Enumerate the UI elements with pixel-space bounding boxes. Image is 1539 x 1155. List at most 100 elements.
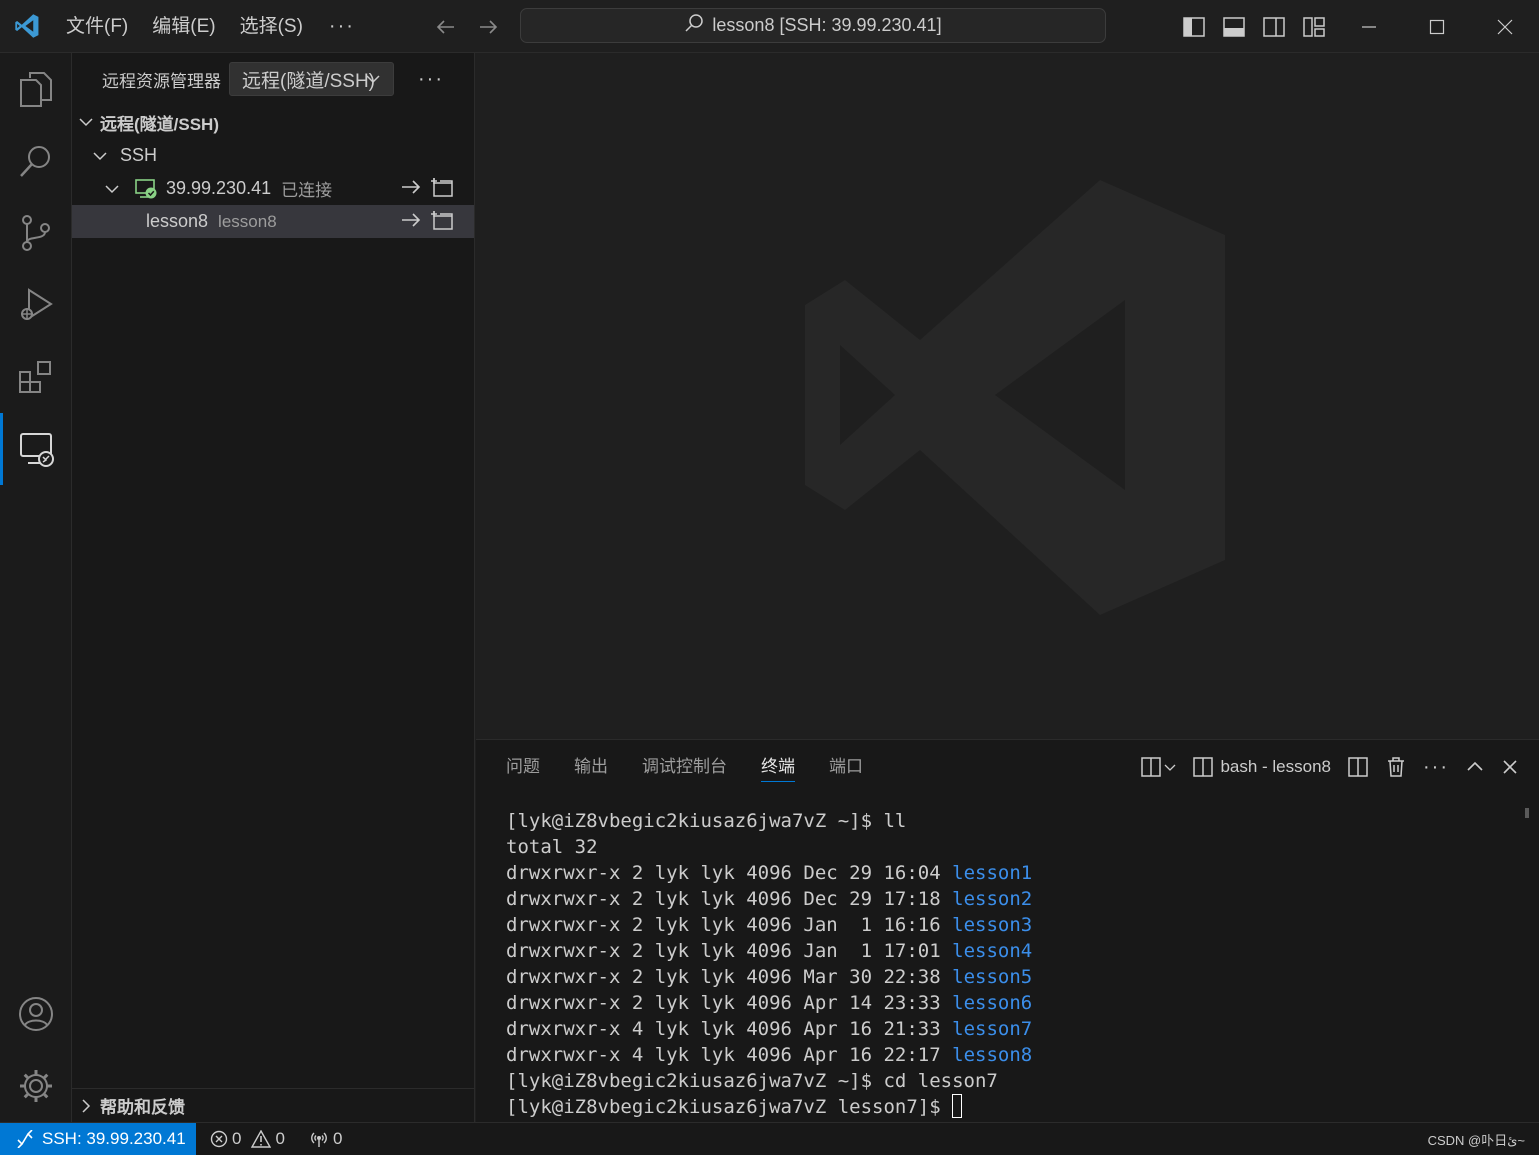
folder-description: lesson8 [218,211,277,231]
split-terminal-icon[interactable] [1347,756,1369,778]
remote-icon [16,1130,34,1148]
title-bar: 文件(F) 编辑(E) 选择(S) ··· lesson8 [SSH: 39.9… [0,0,1539,53]
terminal-text: [lyk@iZ8vbegic2kiusaz6jwa7vZ lesson7]$ [506,1096,953,1118]
menu-file[interactable]: 文件(F) [54,0,140,53]
vscode-logo-icon [0,0,54,53]
tree-item-label: SSH [120,145,158,165]
folder-actions [400,209,454,236]
accounts-icon[interactable] [0,978,72,1050]
sidebar-more-button[interactable]: ··· [418,68,444,91]
tab-problems[interactable]: 问题 [506,740,540,794]
back-arrow-icon[interactable] [432,13,460,41]
csdn-watermark: CSDN @卟日ئ~ [1427,1133,1525,1148]
section-help-feedback[interactable]: 帮助和反馈 [72,1088,475,1122]
menu-edit[interactable]: 编辑(E) [140,0,227,53]
search-view-icon[interactable] [0,125,72,197]
terminal-output[interactable]: [lyk@iZ8vbegic2kiusaz6jwa7vZ ~]$ ll total… [506,808,1032,1120]
terminal-directory: lesson1 [952,862,1033,884]
sidebar-title: 远程资源管理器 [102,71,221,91]
remote-indicator[interactable]: SSH: 39.99.230.41 [0,1122,196,1155]
problems-status[interactable]: 0 0 [210,1129,285,1149]
maximize-panel-icon[interactable] [1465,757,1485,777]
connected-monitor-icon [134,178,158,200]
host-status: 已连接 [281,181,333,200]
terminal-directory: lesson5 [952,966,1033,988]
tab-terminal[interactable]: 终端 [761,740,795,794]
forward-arrow-icon[interactable] [474,13,502,41]
terminal-text: drwxrwxr-x 4 lyk lyk 4096 Apr 16 21:33 [506,1018,953,1040]
ports-status[interactable]: 0 [309,1129,342,1149]
chevron-down-icon [365,71,381,93]
open-new-window-icon[interactable] [430,176,454,203]
navigation [432,0,502,53]
terminal-scrollbar[interactable] [1525,808,1529,818]
terminal-line: [lyk@iZ8vbegic2kiusaz6jwa7vZ ~]$ ll [506,808,1032,834]
chevron-right-icon [78,1098,100,1114]
menu-more-button[interactable]: ··· [315,15,369,38]
terminal-text: drwxrwxr-x 4 lyk lyk 4096 Apr 16 22:17 [506,1044,953,1066]
tree-item-ssh[interactable]: SSH [72,139,474,172]
activity-bar [0,53,72,1122]
layout-controls [1180,0,1328,53]
terminal-text: [lyk@iZ8vbegic2kiusaz6jwa7vZ ~]$ cd less… [506,1070,998,1092]
panel-more-icon[interactable]: ··· [1423,756,1449,779]
extensions-icon[interactable] [0,341,72,413]
maximize-icon[interactable] [1403,0,1471,53]
toggle-primary-sidebar-icon[interactable] [1180,13,1208,41]
editor-area [476,53,1539,739]
terminal-line: drwxrwxr-x 2 lyk lyk 4096 Dec 29 17:18 l… [506,886,1032,912]
menu-bar: 文件(F) 编辑(E) 选择(S) ··· [54,0,369,53]
terminal-text: drwxrwxr-x 2 lyk lyk 4096 Dec 29 16:04 [506,862,953,884]
explorer-icon[interactable] [0,53,72,125]
open-new-window-icon[interactable] [430,209,454,236]
command-center-label: lesson8 [SSH: 39.99.230.41] [712,15,942,35]
panel-tabs: 问题 输出 调试控制台 终端 端口 [476,740,863,794]
close-panel-icon[interactable] [1501,758,1519,776]
sidebar-header: 远程资源管理器 远程(隧道/SSH) ··· [72,53,474,105]
tab-debug-console[interactable]: 调试控制台 [642,740,727,794]
terminal-line: drwxrwxr-x 2 lyk lyk 4096 Jan 1 17:01 le… [506,938,1032,964]
terminal-line: total 32 [506,834,1032,860]
connect-arrow-icon[interactable] [400,176,422,203]
terminal-instance[interactable]: bash - lesson8 [1192,756,1331,778]
minimize-icon[interactable] [1335,0,1403,53]
terminal-directory: lesson3 [952,914,1033,936]
ports-count: 0 [332,1129,343,1148]
terminal-directory: lesson7 [952,1018,1033,1040]
terminal-text: drwxrwxr-x 2 lyk lyk 4096 Jan 1 17:01 [506,940,953,962]
terminal-text: drwxrwxr-x 2 lyk lyk 4096 Jan 1 16:16 [506,914,953,936]
warning-icon [251,1130,272,1148]
tab-output[interactable]: 输出 [574,740,608,794]
remote-label: SSH: 39.99.230.41 [42,1129,186,1148]
source-control-icon[interactable] [0,197,72,269]
new-terminal-dropdown-icon[interactable] [1140,756,1176,778]
trash-icon[interactable] [1385,756,1407,778]
terminal-directory: lesson8 [952,1044,1033,1066]
remote-explorer-icon[interactable] [0,413,72,485]
bottom-panel: 问题 输出 调试控制台 终端 端口 bash - lesson8 ··· [ly… [476,739,1539,1122]
menu-selection[interactable]: 选择(S) [228,0,315,53]
toggle-secondary-sidebar-icon[interactable] [1260,13,1288,41]
terminal-line: drwxrwxr-x 4 lyk lyk 4096 Apr 16 22:17 l… [506,1042,1032,1068]
command-center[interactable]: lesson8 [SSH: 39.99.230.41] [520,8,1106,43]
section-label: 帮助和反馈 [100,1098,185,1117]
customize-layout-icon[interactable] [1300,13,1328,41]
run-debug-icon[interactable] [0,269,72,341]
remote-type-select[interactable]: 远程(隧道/SSH) [229,62,394,96]
settings-gear-icon[interactable] [0,1050,72,1122]
terminal-line: drwxrwxr-x 2 lyk lyk 4096 Mar 30 22:38 l… [506,964,1032,990]
warning-count: 0 [275,1129,285,1148]
tree-item-folder[interactable]: lesson8 lesson8 [72,205,474,238]
terminal-directory: lesson6 [952,992,1033,1014]
tree-item-host[interactable]: 39.99.230.41 已连接 [72,172,474,205]
terminal-line: drwxrwxr-x 2 lyk lyk 4096 Apr 14 23:33 l… [506,990,1032,1016]
close-window-icon[interactable] [1471,0,1539,53]
section-remote-ssh[interactable]: 远程(隧道/SSH) [72,105,474,139]
tab-ports[interactable]: 端口 [829,740,863,794]
status-bar: SSH: 39.99.230.41 0 0 0 CSDN @卟日ئ~ [0,1122,1539,1155]
toggle-panel-icon[interactable] [1220,13,1248,41]
vscode-watermark-icon [800,175,1230,620]
window-controls [1335,0,1539,53]
split-layout-icon [1192,756,1214,778]
connect-arrow-icon[interactable] [400,209,422,236]
